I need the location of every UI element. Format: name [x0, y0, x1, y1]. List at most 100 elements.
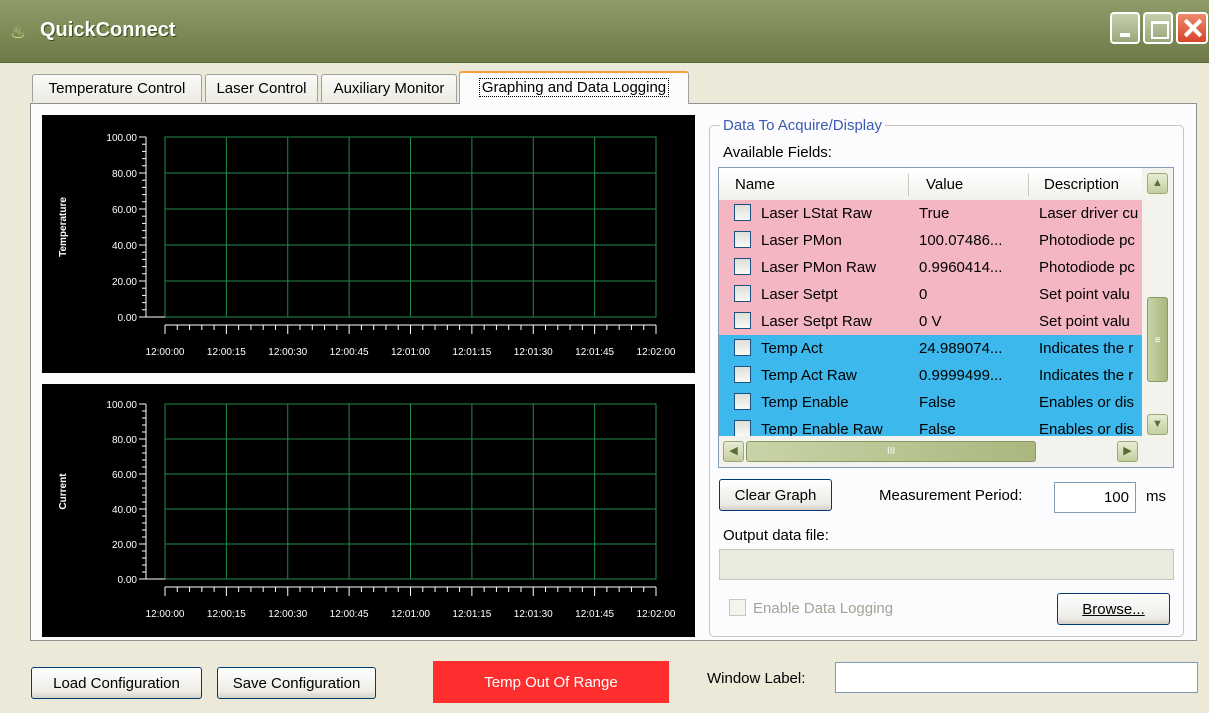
- grid-header: Name Value Description: [719, 168, 1142, 201]
- x-tick-label: 12:01:00: [391, 609, 430, 620]
- minimize-button[interactable]: [1110, 12, 1140, 44]
- save-configuration-button[interactable]: Save Configuration: [217, 667, 376, 699]
- y-tick-label: 0.00: [118, 313, 138, 324]
- x-tick-label: 12:00:15: [207, 347, 246, 358]
- row-description: Photodiode pc: [1039, 232, 1135, 249]
- table-row[interactable]: Temp Enable False Enables or dis: [719, 389, 1142, 416]
- table-row[interactable]: Laser PMon 100.07486... Photodiode pc: [719, 227, 1142, 254]
- row-checkbox[interactable]: [734, 420, 751, 437]
- row-name: Temp Act: [761, 340, 823, 357]
- y-axis-label: Temperature: [58, 197, 69, 257]
- row-description: Indicates the r: [1039, 367, 1134, 384]
- table-row[interactable]: Temp Act 24.989074... Indicates the r: [719, 335, 1142, 362]
- x-tick-label: 12:01:30: [514, 609, 553, 620]
- x-tick-label: 12:01:15: [452, 609, 491, 620]
- tab-auxiliary-monitor[interactable]: Auxiliary Monitor: [321, 74, 457, 102]
- column-divider[interactable]: [1028, 174, 1029, 196]
- row-description: Enables or dis: [1039, 394, 1135, 411]
- tab-laser-control[interactable]: Laser Control: [205, 74, 318, 102]
- scroll-down-icon[interactable]: ▼: [1147, 414, 1168, 435]
- table-row[interactable]: Laser LStat Raw True Laser driver cu: [719, 200, 1142, 227]
- row-name: Temp Enable: [761, 394, 849, 411]
- column-divider[interactable]: [908, 174, 909, 196]
- output-file-field[interactable]: [719, 549, 1174, 580]
- x-tick-label: 12:00:15: [207, 609, 246, 620]
- load-configuration-button[interactable]: Load Configuration: [31, 667, 202, 699]
- row-value: 24.989074...: [919, 340, 1003, 357]
- x-tick-label: 12:02:00: [637, 609, 676, 620]
- x-tick-label: 12:02:00: [637, 347, 676, 358]
- row-checkbox[interactable]: [734, 312, 751, 329]
- row-value: 100.07486...: [919, 232, 1003, 249]
- row-value: True: [919, 205, 950, 222]
- y-tick-label: 40.00: [112, 505, 137, 516]
- row-description: Set point valu: [1039, 286, 1130, 303]
- y-tick-label: 80.00: [112, 169, 137, 180]
- row-name: Laser LStat Raw: [761, 205, 872, 222]
- row-name: Laser PMon: [761, 232, 842, 249]
- row-description: Set point valu: [1039, 313, 1130, 330]
- window-title: QuickConnect: [40, 19, 176, 41]
- clear-graph-button[interactable]: Clear Graph: [719, 479, 832, 511]
- y-tick-label: 40.00: [112, 241, 137, 252]
- column-header-description[interactable]: Description: [1044, 168, 1119, 200]
- y-tick-label: 60.00: [112, 470, 137, 481]
- measurement-period-label: Measurement Period:: [879, 487, 1023, 504]
- window-label-input[interactable]: [835, 662, 1198, 693]
- available-fields-label: Available Fields:: [723, 144, 832, 161]
- current-chart: 100.00 80.00 60.00 40.00 20.00 0.00 Current 12:…: [42, 384, 695, 637]
- row-value: 0.9999499...: [919, 367, 1003, 384]
- row-name: Laser Setpt Raw: [761, 313, 872, 330]
- row-value: 0.9960414...: [919, 259, 1003, 276]
- row-checkbox[interactable]: [734, 258, 751, 275]
- enable-logging-label: Enable Data Logging: [753, 600, 894, 617]
- horizontal-scroll-thumb[interactable]: III: [746, 441, 1036, 462]
- y-tick-label: 20.00: [112, 277, 137, 288]
- scroll-up-icon[interactable]: ▲: [1147, 173, 1168, 194]
- row-checkbox[interactable]: [734, 204, 751, 221]
- row-checkbox[interactable]: [734, 339, 751, 356]
- column-header-name[interactable]: Name: [735, 168, 775, 200]
- row-name: Laser Setpt: [761, 286, 838, 303]
- row-checkbox[interactable]: [734, 366, 751, 383]
- fields-grid[interactable]: Name Value Description Laser LStat Raw Tr…: [718, 167, 1174, 468]
- x-tick-label: 12:01:45: [575, 347, 614, 358]
- column-header-value[interactable]: Value: [926, 168, 963, 200]
- table-row[interactable]: Laser PMon Raw 0.9960414... Photodiode pc: [719, 254, 1142, 281]
- browse-button[interactable]: Browse...: [1057, 593, 1170, 625]
- row-checkbox[interactable]: [734, 285, 751, 302]
- row-description: Indicates the r: [1039, 340, 1134, 357]
- x-tick-label: 12:01:45: [575, 609, 614, 620]
- table-row[interactable]: Laser Setpt 0 Set point valu: [719, 281, 1142, 308]
- y-tick-label: 60.00: [112, 205, 137, 216]
- measurement-unit: ms: [1146, 488, 1166, 505]
- row-description: Photodiode pc: [1039, 259, 1135, 276]
- vertical-scroll-thumb[interactable]: ≡: [1147, 297, 1168, 382]
- vertical-scrollbar[interactable]: ▲ ≡ ▼: [1142, 168, 1173, 436]
- row-value: 0 V: [919, 313, 942, 330]
- enable-logging-checkbox[interactable]: [729, 599, 746, 616]
- row-description: Laser driver cu: [1039, 205, 1139, 222]
- row-value: 0: [919, 286, 928, 303]
- group-title: Data To Acquire/Display: [720, 117, 885, 134]
- row-checkbox[interactable]: [734, 393, 751, 410]
- close-button[interactable]: [1176, 12, 1208, 44]
- scroll-left-icon[interactable]: ◀: [723, 441, 744, 462]
- y-tick-label: 20.00: [112, 540, 137, 551]
- row-checkbox[interactable]: [734, 231, 751, 248]
- tab-temperature-control[interactable]: Temperature Control: [32, 74, 202, 102]
- x-tick-label: 12:00:45: [330, 609, 369, 620]
- tab-graphing-and-data-logging[interactable]: Graphing and Data Logging: [459, 71, 689, 104]
- output-file-label: Output data file:: [723, 527, 829, 544]
- x-tick-label: 12:01:15: [452, 347, 491, 358]
- scroll-corner: [1142, 436, 1173, 467]
- table-row[interactable]: Laser Setpt Raw 0 V Set point valu: [719, 308, 1142, 335]
- row-value: False: [919, 394, 956, 411]
- title-bar: ♨ QuickConnect: [0, 0, 1209, 63]
- scroll-right-icon[interactable]: ▶: [1117, 441, 1138, 462]
- table-row[interactable]: Temp Act Raw 0.9999499... Indicates the r: [719, 362, 1142, 389]
- x-tick-label: 12:00:00: [146, 347, 185, 358]
- horizontal-scrollbar[interactable]: ◀ III ▶: [719, 436, 1142, 467]
- measurement-period-input[interactable]: 100: [1054, 482, 1136, 513]
- maximize-button[interactable]: [1143, 12, 1173, 44]
